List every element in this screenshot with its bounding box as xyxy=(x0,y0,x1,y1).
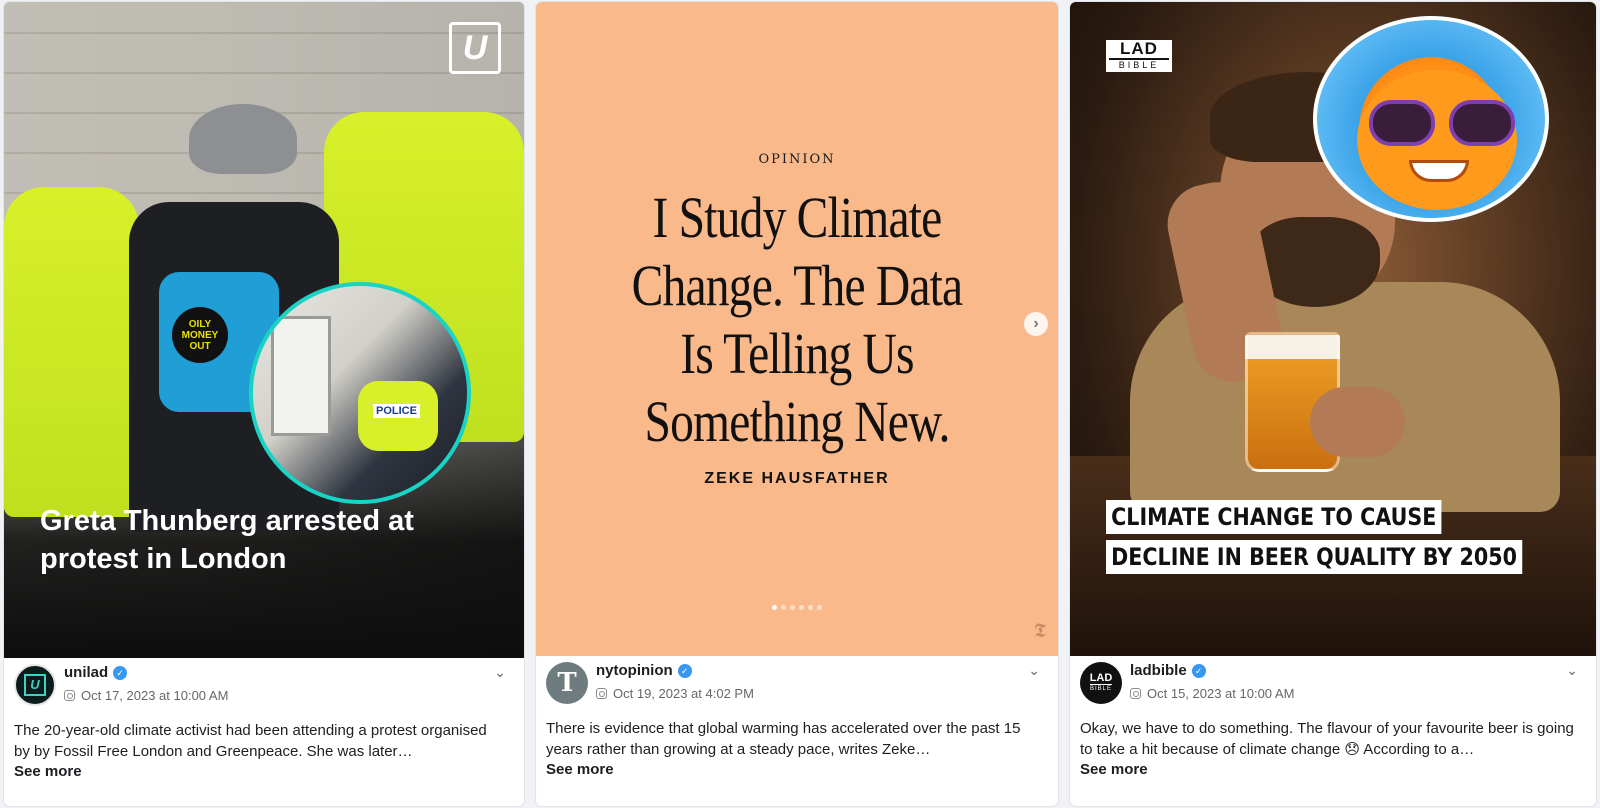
avatar[interactable]: LAD BIBLE xyxy=(1080,662,1122,704)
unilad-avatar-icon: U xyxy=(24,674,46,696)
instagram-icon xyxy=(596,688,607,699)
post-caption: The 20-year-old climate activist had bee… xyxy=(14,722,487,760)
headline-line-1: CLIMATE CHANGE TO CAUSE xyxy=(1106,500,1442,534)
carousel-dots xyxy=(536,605,1058,610)
post-meta: Oct 17, 2023 at 10:00 AM xyxy=(64,688,228,703)
post-media[interactable]: OPINION I Study Climate Change. The Data… xyxy=(536,2,1058,656)
carousel-dot[interactable] xyxy=(781,605,786,610)
unilad-logo-icon: U xyxy=(449,22,501,74)
post-date[interactable]: Oct 19, 2023 at 4:02 PM xyxy=(613,686,754,701)
post-meta: Oct 19, 2023 at 4:02 PM xyxy=(596,686,754,701)
author-name[interactable]: ladbible ✓ xyxy=(1130,662,1206,679)
author-name[interactable]: unilad ✓ xyxy=(64,664,128,681)
post-meta: Oct 15, 2023 at 10:00 AM xyxy=(1130,686,1294,701)
avatar-top: LAD xyxy=(1089,672,1113,684)
van-door xyxy=(271,316,331,436)
carousel-dot[interactable] xyxy=(817,605,822,610)
see-more-link[interactable]: See more xyxy=(546,760,1048,780)
activist-beanie xyxy=(189,104,297,174)
logo-top: LAD xyxy=(1120,39,1158,58)
police-label: POLICE xyxy=(373,404,420,418)
sunglasses xyxy=(1369,100,1517,146)
post-caption: Okay, we have to do something. The flavo… xyxy=(1080,720,1574,758)
next-slide-icon[interactable]: › xyxy=(1024,312,1048,336)
chevron-down-icon[interactable]: ⌄ xyxy=(494,664,506,681)
carousel-dot[interactable] xyxy=(799,605,804,610)
instagram-icon xyxy=(64,690,75,701)
carousel-dot[interactable] xyxy=(790,605,795,610)
avatar-bottom: BIBLE xyxy=(1089,684,1112,692)
author-handle[interactable]: ladbible xyxy=(1130,662,1187,679)
slide-headline: I Study Climate Change. The Data Is Tell… xyxy=(631,185,964,454)
post-header: U unilad ✓ Oct 17, 2023 at 10:00 AM ⌄ xyxy=(14,658,514,710)
avatar[interactable]: U xyxy=(14,664,56,706)
nyt-avatar-icon: T xyxy=(557,668,577,698)
instagram-icon xyxy=(1130,688,1141,699)
post-date[interactable]: Oct 15, 2023 at 10:00 AM xyxy=(1147,686,1294,701)
author-handle[interactable]: nytopinion xyxy=(596,662,673,679)
post-headline: Greta Thunberg arrested at protest in Lo… xyxy=(40,505,414,575)
verified-badge-icon: ✓ xyxy=(1191,664,1206,678)
sun-inset-circle xyxy=(1313,16,1549,222)
post-footer: T nytopinion ✓ Oct 19, 2023 at 4:02 PM ⌄ … xyxy=(536,656,1058,806)
post-header: LAD BIBLE ladbible ✓ Oct 15, 2023 at 10:0… xyxy=(1080,656,1586,708)
see-more-link[interactable]: See more xyxy=(1080,760,1586,780)
post-headline: CLIMATE CHANGE TO CAUSE DECLINE IN BEER … xyxy=(1106,500,1590,580)
post-footer: U unilad ✓ Oct 17, 2023 at 10:00 AM ⌄ The… xyxy=(4,658,524,806)
post-card-unilad[interactable]: OILY MONEY OUT POLICE U Greta Thunberg a… xyxy=(4,2,524,806)
see-more-link[interactable]: See more xyxy=(14,762,514,782)
carousel-dot[interactable] xyxy=(808,605,813,610)
chevron-down-icon[interactable]: ⌄ xyxy=(1566,662,1578,679)
author-name[interactable]: nytopinion ✓ xyxy=(596,662,692,679)
post-date[interactable]: Oct 17, 2023 at 10:00 AM xyxy=(81,688,228,703)
man-hand xyxy=(1310,387,1405,457)
headline-line-2: DECLINE IN BEER QUALITY BY 2050 xyxy=(1106,540,1523,574)
carousel-dot[interactable] xyxy=(772,605,777,610)
section-kicker: OPINION xyxy=(758,152,836,167)
post-header: T nytopinion ✓ Oct 19, 2023 at 4:02 PM ⌄ xyxy=(546,656,1048,708)
chevron-down-icon[interactable]: ⌄ xyxy=(1028,662,1040,679)
post-media[interactable]: OILY MONEY OUT POLICE U Greta Thunberg a… xyxy=(4,2,524,658)
ladbible-logo-icon: LAD BIBLE xyxy=(1106,40,1172,72)
sunglasses-lens xyxy=(1449,100,1515,146)
post-media[interactable]: LAD BIBLE CLIMATE CHANGE TO CAUSE DECLIN… xyxy=(1070,2,1596,656)
author-handle[interactable]: unilad xyxy=(64,664,108,681)
logo-bottom: BIBLE xyxy=(1109,58,1169,71)
post-card-nytopinion[interactable]: OPINION I Study Climate Change. The Data… xyxy=(536,2,1058,806)
post-card-ladbible[interactable]: LAD BIBLE CLIMATE CHANGE TO CAUSE DECLIN… xyxy=(1070,2,1596,806)
slide-byline: ZEKE HAUSFATHER xyxy=(704,470,890,487)
nyt-logo-icon: 𝕿 xyxy=(1033,618,1046,642)
sunglasses-lens xyxy=(1369,100,1435,146)
police-officer-left xyxy=(4,187,139,517)
verified-badge-icon: ✓ xyxy=(677,664,692,678)
post-caption: There is evidence that global warming ha… xyxy=(546,720,1021,758)
post-grid: OILY MONEY OUT POLICE U Greta Thunberg a… xyxy=(0,0,1600,808)
verified-badge-icon: ✓ xyxy=(113,666,128,680)
avatar[interactable]: T xyxy=(546,662,588,704)
inset-photo-circle: POLICE xyxy=(249,282,471,504)
post-footer: LAD BIBLE ladbible ✓ Oct 15, 2023 at 10:0… xyxy=(1070,656,1596,806)
protest-pin: OILY MONEY OUT xyxy=(172,307,228,363)
